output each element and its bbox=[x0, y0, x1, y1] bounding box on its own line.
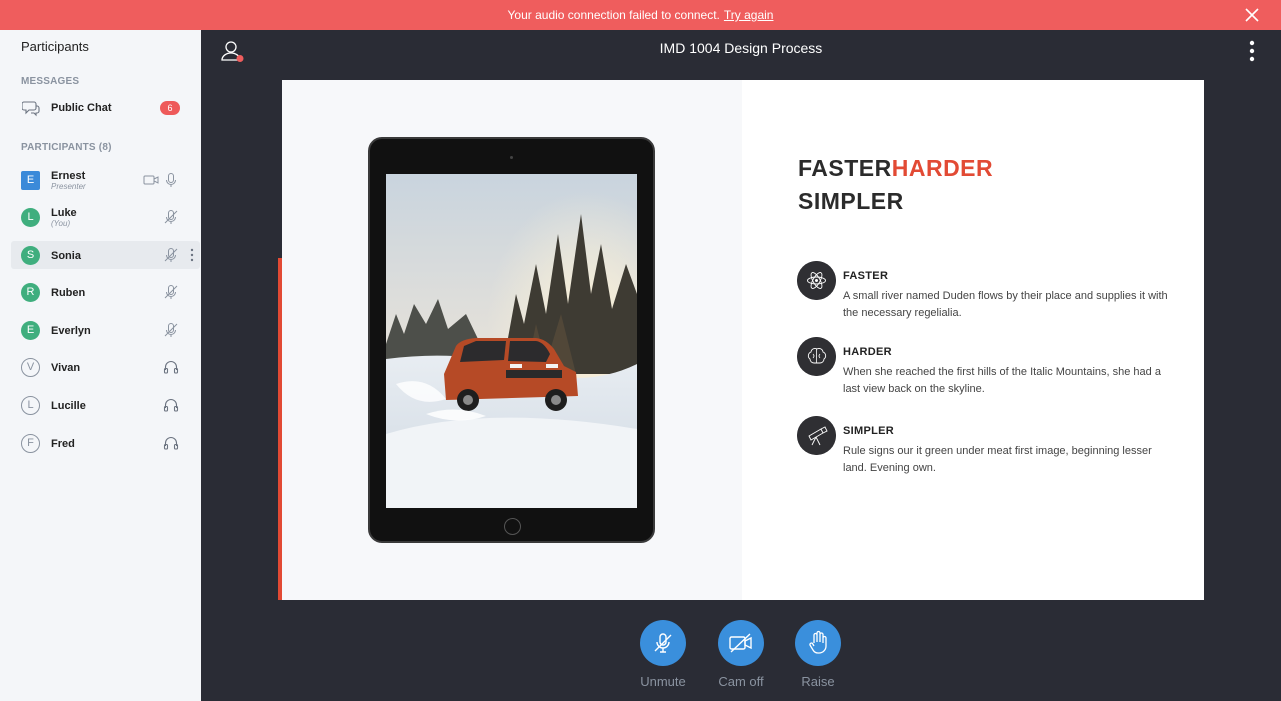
avatar: E bbox=[21, 171, 40, 190]
avatar: L bbox=[21, 208, 40, 227]
brain-icon bbox=[797, 337, 836, 376]
telescope-icon bbox=[797, 416, 836, 455]
cam-off-circle[interactable] bbox=[718, 620, 764, 666]
avatar: E bbox=[21, 321, 40, 340]
presentation-slide: FASTERHARDER SIMPLER FASTER A small rive… bbox=[282, 80, 1204, 600]
participant-name: Lucille bbox=[51, 400, 86, 412]
muted-microphone-icon bbox=[164, 248, 178, 262]
tablet-camera bbox=[510, 156, 513, 159]
raise-label: Raise bbox=[801, 674, 835, 689]
participant-role: (You) bbox=[51, 219, 71, 228]
cam-off-label: Cam off bbox=[718, 674, 764, 689]
cam-off-button[interactable]: Cam off bbox=[706, 620, 776, 689]
tablet-mockup bbox=[368, 137, 655, 543]
participant-row[interactable]: L Luke (You) bbox=[11, 203, 200, 231]
video-off-icon bbox=[729, 633, 752, 653]
raise-hand-circle[interactable] bbox=[795, 620, 841, 666]
avatar: S bbox=[21, 246, 40, 265]
participant-role: Presenter bbox=[51, 182, 86, 191]
avatar: R bbox=[21, 283, 40, 302]
messages-section-label: MESSAGES bbox=[21, 76, 80, 87]
participant-row[interactable]: V Vivan bbox=[11, 353, 200, 381]
feature-title: HARDER bbox=[843, 346, 892, 358]
feature-title: SIMPLER bbox=[843, 425, 894, 437]
more-options-icon[interactable] bbox=[1249, 40, 1255, 62]
participant-row[interactable]: E Everlyn bbox=[11, 316, 200, 344]
participant-row[interactable]: E Ernest Presenter bbox=[11, 166, 200, 194]
feature-text: Rule signs our it green under meat first… bbox=[843, 445, 1152, 474]
audio-alert-bar: Your audio connection failed to connect.… bbox=[0, 0, 1281, 30]
participants-section-label: PARTICIPANTS (8) bbox=[21, 142, 112, 153]
participant-name: Fred bbox=[51, 438, 75, 450]
participant-row[interactable]: L Lucille bbox=[11, 391, 200, 419]
alert-message: Your audio connection failed to connect. bbox=[507, 8, 720, 22]
headphones-icon bbox=[163, 399, 179, 412]
atom-icon bbox=[797, 261, 836, 300]
close-icon[interactable] bbox=[1243, 6, 1261, 24]
unmute-button[interactable]: Unmute bbox=[628, 620, 698, 689]
participant-name: Vivan bbox=[51, 362, 81, 374]
muted-microphone-icon bbox=[654, 633, 672, 653]
snow-car-illustration bbox=[386, 174, 637, 508]
microphone-icon bbox=[166, 173, 176, 187]
presentation-area: IMD 1004 Design Process FASTERHARDER SIM… bbox=[201, 30, 1281, 701]
muted-microphone-icon bbox=[164, 210, 178, 224]
participants-sidebar: Participants MESSAGES Public Chat 6 PART… bbox=[0, 30, 201, 701]
participant-row[interactable]: S Sonia bbox=[11, 241, 200, 269]
unmute-circle[interactable] bbox=[640, 620, 686, 666]
tablet-screen-image bbox=[386, 174, 637, 508]
muted-microphone-icon bbox=[164, 285, 178, 299]
avatar: L bbox=[21, 396, 40, 415]
muted-microphone-icon bbox=[164, 323, 178, 337]
feature-text: When she reached the first hills of the … bbox=[843, 366, 1161, 395]
unread-badge: 6 bbox=[160, 101, 180, 115]
avatar: V bbox=[21, 358, 40, 377]
raise-hand-button[interactable]: Raise bbox=[783, 620, 853, 689]
slide-headline: FASTERHARDER SIMPLER bbox=[798, 152, 993, 218]
unmute-label: Unmute bbox=[640, 674, 686, 689]
headphones-icon bbox=[163, 437, 179, 450]
video-camera-icon bbox=[143, 175, 159, 185]
participant-name: Ruben bbox=[51, 287, 86, 299]
sidebar-title: Participants bbox=[21, 39, 89, 54]
public-chat-item[interactable]: Public Chat 6 bbox=[11, 94, 191, 122]
participant-name: Ernest bbox=[51, 170, 86, 182]
meeting-title: IMD 1004 Design Process bbox=[659, 40, 823, 56]
headline-harder: HARDER bbox=[891, 155, 994, 181]
feature-title: FASTER bbox=[843, 270, 889, 282]
headphones-icon bbox=[163, 361, 179, 374]
public-chat-label: Public Chat bbox=[51, 102, 112, 114]
participant-name: Sonia bbox=[51, 250, 81, 262]
try-again-link[interactable]: Try again bbox=[724, 8, 774, 22]
feature-text: A small river named Duden flows by their… bbox=[843, 290, 1168, 319]
chat-icon bbox=[22, 101, 40, 117]
hand-icon bbox=[809, 630, 827, 654]
tablet-home-button bbox=[504, 518, 521, 535]
participant-row[interactable]: F Fred bbox=[11, 429, 200, 457]
participant-options-icon[interactable] bbox=[190, 248, 194, 262]
participant-name: Luke bbox=[51, 207, 77, 219]
headline-simpler: SIMPLER bbox=[798, 188, 904, 214]
participant-name: Everlyn bbox=[51, 325, 91, 337]
headline-faster: FASTER bbox=[798, 155, 892, 181]
avatar: F bbox=[21, 434, 40, 453]
participant-row[interactable]: R Ruben bbox=[11, 278, 200, 306]
